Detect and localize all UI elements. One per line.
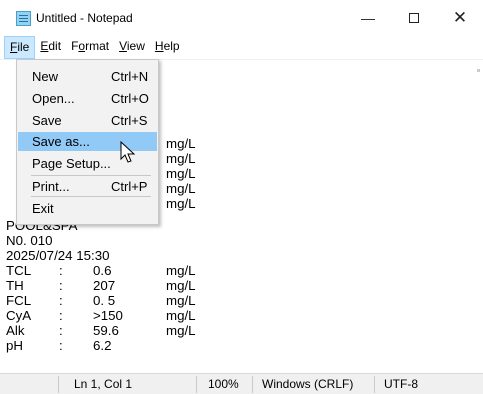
reading-unit: mg/L	[166, 293, 196, 308]
partial-unit-3: mg/L	[166, 166, 196, 181]
menu-item-label: Save	[32, 113, 62, 128]
menu-help[interactable]: Help	[150, 36, 185, 59]
maximize-icon	[409, 13, 419, 23]
menu-help-accel: H	[154, 39, 164, 53]
menu-item-save[interactable]: Save Ctrl+S	[18, 111, 157, 130]
reading-name: FCL	[6, 293, 32, 308]
status-divider	[252, 376, 253, 393]
menu-item-shortcut: Ctrl+P	[111, 179, 148, 194]
menu-item-shortcut: Ctrl+S	[111, 113, 148, 128]
menu-separator	[31, 175, 151, 176]
minimize-icon: —	[361, 10, 375, 26]
menu-help-rest: elp	[163, 39, 180, 53]
zoom-level: 100%	[208, 377, 239, 391]
menu-bar: File Edit Format View Help	[0, 36, 483, 59]
menu-edit[interactable]: Edit	[35, 36, 66, 59]
menu-separator	[31, 196, 151, 197]
reading-sep: :	[59, 338, 63, 353]
reading-name: TCL	[6, 263, 32, 278]
menu-item-label: Exit	[32, 201, 54, 216]
reading-sep: :	[59, 293, 63, 308]
menu-item-open[interactable]: Open... Ctrl+O	[18, 89, 157, 108]
menu-item-label: Page Setup...	[32, 156, 111, 171]
close-icon: ✕	[452, 8, 468, 27]
menu-item-new[interactable]: New Ctrl+N	[18, 67, 157, 86]
line-endings: Windows (CRLF)	[262, 377, 354, 391]
menu-item-label: Print...	[32, 179, 70, 194]
partial-unit-5: mg/L	[166, 196, 196, 211]
text-line-header-2: N0. 010	[6, 233, 53, 248]
reading-unit: mg/L	[166, 323, 196, 338]
menu-view[interactable]: View	[114, 36, 150, 59]
menu-edit-rest: dit	[48, 39, 62, 53]
menu-item-label: Open...	[32, 91, 75, 106]
status-divider	[196, 376, 197, 393]
maximize-button[interactable]	[391, 0, 437, 36]
status-bar: Ln 1, Col 1 100% Windows (CRLF) UTF-8	[0, 373, 483, 394]
reading-value: 59.6	[93, 323, 119, 338]
menu-file-rest: ile	[17, 40, 30, 54]
menu-item-exit[interactable]: Exit	[18, 199, 157, 218]
reading-unit: mg/L	[166, 263, 196, 278]
mouse-pointer-icon	[120, 141, 136, 163]
menu-view-accel: V	[119, 39, 127, 53]
reading-name: TH	[6, 278, 24, 293]
menu-view-rest: iew	[126, 39, 145, 53]
menu-format-rest: rmat	[85, 39, 110, 53]
reading-unit: mg/L	[166, 308, 196, 323]
partial-unit-4: mg/L	[166, 181, 196, 196]
reading-value: 0. 5	[93, 293, 116, 308]
reading-sep: :	[59, 323, 63, 338]
partial-unit-1: mg/L	[166, 136, 196, 151]
reading-unit: mg/L	[166, 278, 196, 293]
close-button[interactable]: ✕	[437, 0, 483, 36]
reading-value: >150	[93, 308, 123, 323]
reading-name: pH	[6, 338, 23, 353]
scroll-arrow-icon	[477, 69, 480, 72]
menu-item-label: Save as...	[32, 134, 90, 149]
vertical-scrollbar[interactable]	[475, 59, 483, 369]
title-bar: Untitled - Notepad — ✕	[0, 0, 483, 36]
reading-sep: :	[59, 278, 63, 293]
menu-file[interactable]: File	[4, 36, 36, 59]
reading-value: 6.2	[93, 338, 112, 353]
menu-item-label: New	[32, 69, 59, 84]
window-title: Untitled - Notepad	[36, 11, 133, 25]
minimize-button[interactable]: —	[345, 0, 391, 36]
status-divider	[58, 376, 59, 393]
menu-item-print[interactable]: Print... Ctrl+P	[18, 177, 157, 196]
menu-format[interactable]: Format	[66, 36, 114, 59]
reading-sep: :	[59, 263, 63, 278]
reading-name: CyA	[6, 308, 32, 323]
partial-unit-2: mg/L	[166, 151, 196, 166]
status-divider	[374, 376, 375, 393]
reading-value: 0.6	[93, 263, 112, 278]
cursor-position: Ln 1, Col 1	[74, 377, 133, 391]
reading-value: 207	[93, 278, 116, 293]
reading-sep: :	[59, 308, 63, 323]
encoding: UTF-8	[384, 377, 418, 391]
reading-name: Alk	[6, 323, 25, 338]
notepad-icon	[16, 11, 31, 26]
text-line-header-3: 2025/07/24 15:30	[6, 248, 110, 263]
menu-item-shortcut: Ctrl+O	[111, 91, 149, 106]
menu-item-shortcut: Ctrl+N	[111, 69, 149, 84]
